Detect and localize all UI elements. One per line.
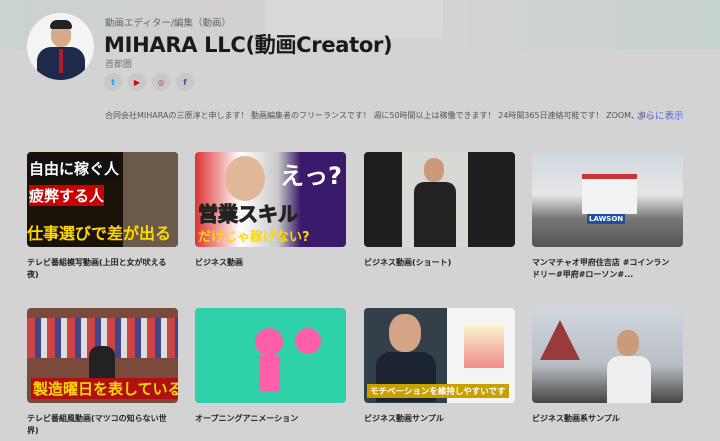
profile-region: 首都圏	[105, 60, 133, 70]
facebook-icon[interactable]: f	[176, 73, 194, 91]
work-card[interactable]: オープニングアニメーション	[195, 308, 346, 425]
work-title: マンマチャオ甲府住吉店 #コインランドリー#甲府#ローソン#...	[532, 258, 670, 279]
work-card[interactable]: ビジネス動画(ショート)	[364, 152, 515, 269]
work-thumbnail: モチベーションを維持しやすいです	[364, 308, 515, 403]
work-thumbnail: 自由に稼ぐ人 疲弊する人 仕事選びで差が出る	[27, 152, 178, 247]
work-card[interactable]: モチベーションを維持しやすいです ビジネス動画サンプル	[364, 308, 515, 425]
youtube-icon[interactable]: ▶	[128, 73, 146, 91]
profile-name: MIHARA LLC(動画Creator)	[104, 33, 393, 57]
work-thumbnail: 製造曜日を表している	[27, 308, 178, 403]
avatar	[27, 13, 94, 80]
work-card[interactable]: えっ? 営業スキル だけじゃ稼げない? ビジネス動画	[195, 152, 346, 269]
social-links: t ▶ ◎ f	[104, 73, 194, 91]
work-title: ビジネス動画	[195, 258, 243, 267]
profile-bio: 合同会社MIHARAの三原淳と申します！ 動画編集者のフリーランスです！ 週に5…	[105, 111, 654, 120]
work-title: ビジネス動画系サンプル	[532, 414, 620, 423]
show-more-link[interactable]: さらに表示	[636, 108, 684, 122]
work-title: テレビ番組模写動画(上田と女が吠える夜)	[27, 258, 167, 279]
work-card[interactable]: LAWSON マンマチャオ甲府住吉店 #コインランドリー#甲府#ローソン#...	[532, 152, 683, 281]
work-thumbnail: LAWSON	[532, 152, 683, 247]
work-thumbnail	[364, 152, 515, 247]
work-title: オープニングアニメーション	[195, 414, 299, 423]
work-thumbnail	[195, 308, 346, 403]
work-title: テレビ番組風動画(マツコの知らない世界)	[27, 414, 167, 435]
twitter-icon[interactable]: t	[104, 73, 122, 91]
work-thumbnail	[532, 308, 683, 403]
work-card[interactable]: 製造曜日を表している テレビ番組風動画(マツコの知らない世界)	[27, 308, 178, 437]
instagram-icon[interactable]: ◎	[152, 73, 170, 91]
work-card[interactable]: ビジネス動画系サンプル	[532, 308, 683, 425]
profile-category: 動画エディター/編集（動画）	[105, 18, 232, 29]
work-thumbnail: えっ? 営業スキル だけじゃ稼げない?	[195, 152, 346, 247]
work-title: ビジネス動画サンプル	[364, 414, 444, 423]
work-title: ビジネス動画(ショート)	[364, 258, 452, 267]
work-card[interactable]: 自由に稼ぐ人 疲弊する人 仕事選びで差が出る テレビ番組模写動画(上田と女が吠え…	[27, 152, 178, 281]
